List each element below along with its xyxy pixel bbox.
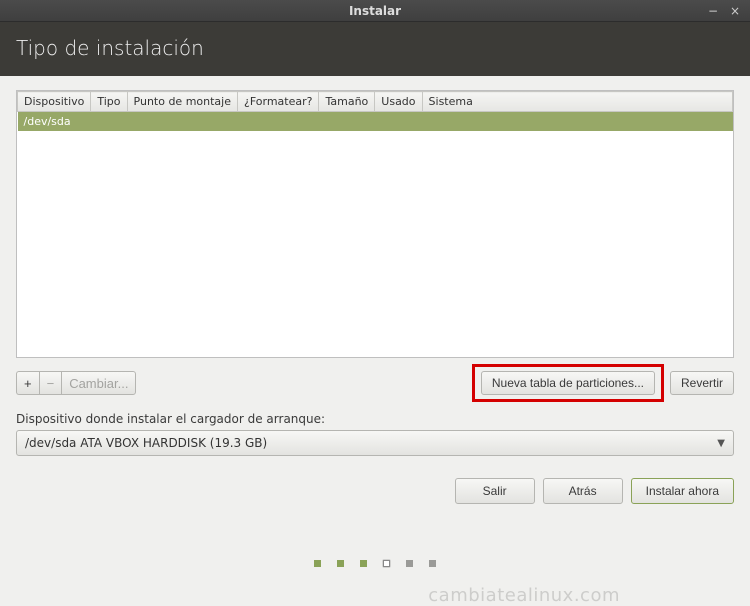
progress-dots: [0, 556, 750, 570]
remove-partition-button[interactable]: −: [39, 371, 62, 395]
add-partition-button[interactable]: +: [16, 371, 39, 395]
bootloader-selected: /dev/sda ATA VBOX HARDDISK (19.3 GB): [25, 436, 267, 450]
step-dot-5: [406, 560, 413, 567]
revert-button[interactable]: Revertir: [670, 371, 734, 395]
col-device[interactable]: Dispositivo: [18, 92, 91, 112]
partition-empty-area[interactable]: [24, 134, 727, 354]
chevron-down-icon: ▼: [717, 438, 725, 449]
step-dot-2: [337, 560, 344, 567]
titlebar: Instalar − ×: [0, 0, 750, 22]
page-header: Tipo de instalación: [0, 22, 750, 76]
nav-buttons: Salir Atrás Instalar ahora: [16, 478, 734, 504]
back-button[interactable]: Atrás: [543, 478, 623, 504]
new-partition-table-button[interactable]: Nueva tabla de particiones...: [481, 371, 655, 395]
row-device: /dev/sda: [18, 112, 733, 132]
content: Dispositivo Tipo Punto de montaje ¿Forma…: [0, 76, 750, 514]
col-system[interactable]: Sistema: [422, 92, 732, 112]
bootloader-label: Dispositivo donde instalar el cargador d…: [16, 412, 734, 426]
step-dot-3: [360, 560, 367, 567]
window-buttons: − ×: [706, 4, 742, 18]
partition-table: Dispositivo Tipo Punto de montaje ¿Forma…: [17, 91, 733, 357]
window-title: Instalar: [0, 4, 750, 18]
watermark-text: cambiatealinux.com: [428, 585, 620, 606]
highlight-new-table: Nueva tabla de particiones...: [472, 364, 664, 402]
col-mount[interactable]: Punto de montaje: [127, 92, 237, 112]
quit-button[interactable]: Salir: [455, 478, 535, 504]
bootloader-select[interactable]: /dev/sda ATA VBOX HARDDISK (19.3 GB) ▼: [16, 430, 734, 456]
step-dot-1: [314, 560, 321, 567]
step-dot-4: [383, 560, 390, 567]
step-dot-6: [429, 560, 436, 567]
change-partition-button[interactable]: Cambiar...: [61, 371, 136, 395]
partition-toolbar: + − Cambiar... Nueva tabla de particione…: [16, 364, 734, 402]
minimize-button[interactable]: −: [706, 4, 720, 18]
page-title: Tipo de instalación: [16, 36, 204, 60]
partition-table-wrap: Dispositivo Tipo Punto de montaje ¿Forma…: [16, 90, 734, 358]
table-row[interactable]: /dev/sda: [18, 112, 733, 132]
col-size[interactable]: Tamaño: [319, 92, 375, 112]
close-button[interactable]: ×: [728, 4, 742, 18]
col-type[interactable]: Tipo: [91, 92, 127, 112]
col-format[interactable]: ¿Formatear?: [238, 92, 319, 112]
install-now-button[interactable]: Instalar ahora: [631, 478, 734, 504]
col-used[interactable]: Usado: [375, 92, 422, 112]
